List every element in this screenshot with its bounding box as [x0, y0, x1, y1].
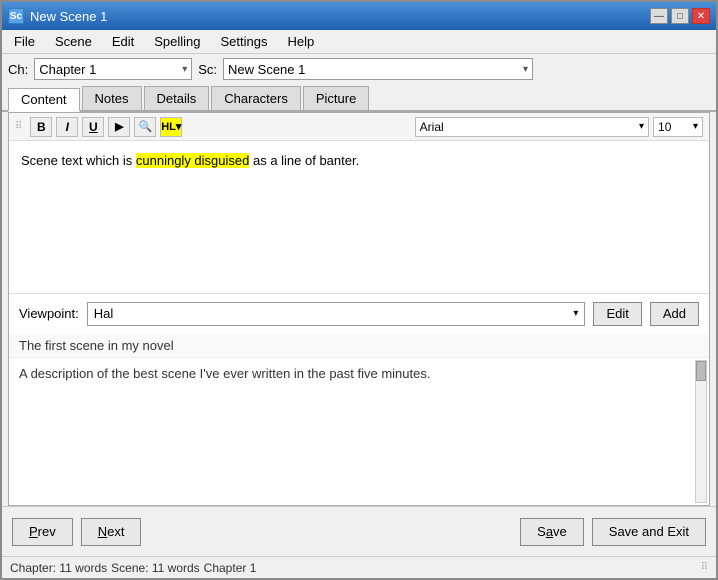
prev-button[interactable]: Prev: [12, 518, 73, 546]
app-icon: Sc: [8, 8, 24, 24]
tab-details[interactable]: Details: [144, 86, 210, 110]
save-button[interactable]: Save: [520, 518, 584, 546]
scene-title: The first scene in my novel: [9, 334, 709, 358]
chapter-label: Ch:: [8, 62, 28, 77]
scene-words: Scene: 11 words: [111, 561, 200, 575]
description-text: A description of the best scene I've eve…: [19, 366, 430, 381]
italic-button[interactable]: I: [56, 117, 78, 137]
text-after: as a line of banter.: [249, 153, 359, 168]
titlebar-left: Sc New Scene 1: [8, 8, 107, 24]
drag-handle-icon: ⠿: [15, 121, 22, 132]
close-button[interactable]: ✕: [692, 8, 710, 24]
tab-picture[interactable]: Picture: [303, 86, 369, 110]
content-area: ⠿ B I U ▶ 🔍 HL▾ Arial ▾ 10 ▾ Scene text …: [8, 112, 710, 506]
viewpoint-arrow: ▾: [573, 308, 578, 319]
chapter-scene-toolbar: Ch: Chapter 1 ▾ Sc: New Scene 1 ▾: [2, 54, 716, 84]
underline-button[interactable]: U: [82, 117, 104, 137]
bold-button[interactable]: B: [30, 117, 52, 137]
window-title: New Scene 1: [30, 9, 107, 24]
format-bar: ⠿ B I U ▶ 🔍 HL▾ Arial ▾ 10 ▾: [9, 113, 709, 141]
description-area[interactable]: A description of the best scene I've eve…: [9, 358, 709, 506]
text-highlighted: cunningly disguised: [136, 153, 249, 168]
tab-content[interactable]: Content: [8, 88, 80, 112]
chapter-words: Chapter: 11 words: [10, 561, 107, 575]
titlebar: Sc New Scene 1 — □ ✕: [2, 2, 716, 30]
edit-viewpoint-button[interactable]: Edit: [593, 302, 641, 326]
scene-dropdown-arrow: ▾: [523, 64, 528, 75]
menu-help[interactable]: Help: [279, 32, 322, 51]
scrollbar-thumb[interactable]: [696, 361, 706, 381]
minimize-button[interactable]: —: [650, 8, 668, 24]
bottom-left-buttons: Prev Next: [12, 518, 141, 546]
menu-file[interactable]: File: [6, 32, 43, 51]
menubar: File Scene Edit Spelling Settings Help: [2, 30, 716, 54]
menu-scene[interactable]: Scene: [47, 32, 100, 51]
bottom-buttons: Prev Next Save Save and Exit: [2, 506, 716, 556]
add-viewpoint-button[interactable]: Add: [650, 302, 699, 326]
bottom-right-buttons: Save Save and Exit: [520, 518, 706, 546]
chapter-name: Chapter 1: [204, 561, 257, 575]
menu-settings[interactable]: Settings: [213, 32, 276, 51]
text-editor[interactable]: Scene text which is cunningly disguised …: [9, 141, 709, 293]
menu-edit[interactable]: Edit: [104, 32, 142, 51]
viewpoint-dropdown[interactable]: Hal ▾: [87, 302, 586, 326]
chapter-dropdown-arrow: ▾: [182, 64, 187, 75]
font-size-dropdown[interactable]: 10 ▾: [653, 117, 703, 137]
highlight-button[interactable]: HL▾: [160, 117, 182, 137]
tab-notes[interactable]: Notes: [82, 86, 142, 110]
scene-label: Sc:: [198, 62, 217, 77]
chapter-dropdown[interactable]: Chapter 1 ▾: [34, 58, 192, 80]
font-size-arrow: ▾: [693, 121, 698, 132]
resize-grip: ⠿: [701, 562, 708, 573]
font-family-dropdown[interactable]: Arial ▾: [415, 117, 649, 137]
save-underline: a: [546, 524, 553, 539]
scene-dropdown[interactable]: New Scene 1 ▾: [223, 58, 533, 80]
search-button[interactable]: 🔍: [134, 117, 156, 137]
viewpoint-label: Viewpoint:: [19, 306, 79, 321]
prev-label-underline: P: [29, 524, 38, 539]
next-button[interactable]: Next: [81, 518, 142, 546]
scrollbar-track[interactable]: [695, 360, 707, 504]
maximize-button[interactable]: □: [671, 8, 689, 24]
main-window: Sc New Scene 1 — □ ✕ File Scene Edit Spe…: [0, 0, 718, 580]
menu-spelling[interactable]: Spelling: [146, 32, 208, 51]
save-exit-button[interactable]: Save and Exit: [592, 518, 706, 546]
tab-characters[interactable]: Characters: [211, 86, 301, 110]
statusbar: Chapter: 11 words Scene: 11 words Chapte…: [2, 556, 716, 578]
viewpoint-section: Viewpoint: Hal ▾ Edit Add: [9, 293, 709, 334]
next-label-underline: N: [98, 524, 107, 539]
tabs-row: Content Notes Details Characters Picture: [2, 84, 716, 112]
play-button[interactable]: ▶: [108, 117, 130, 137]
window-controls: — □ ✕: [650, 8, 710, 24]
text-before: Scene text which is: [21, 153, 136, 168]
font-family-arrow: ▾: [639, 121, 644, 132]
